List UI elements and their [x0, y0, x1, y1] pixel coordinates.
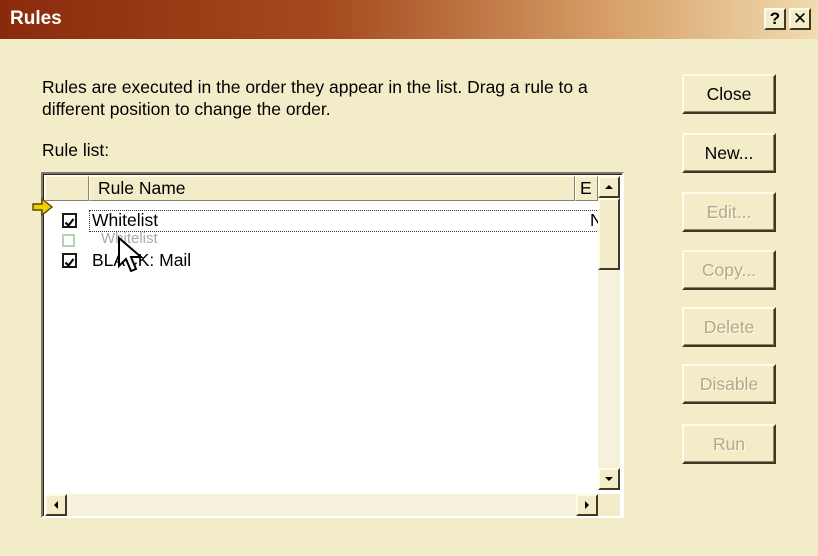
title-bar[interactable]: Rules ? ✕: [0, 0, 818, 39]
drop-indicator-arrow-icon: [32, 197, 54, 217]
scrollbar-corner: [598, 494, 620, 516]
disable-rule-button[interactable]: Disable: [682, 364, 776, 404]
new-rule-button[interactable]: New...: [682, 133, 776, 173]
run-rule-button[interactable]: Run: [682, 424, 776, 464]
arrow-down-icon: [605, 477, 613, 481]
close-window-button[interactable]: ✕: [789, 8, 811, 30]
edit-rule-button[interactable]: Edit...: [682, 192, 776, 232]
rule-name-whitelist: Whitelist: [92, 210, 159, 230]
checkmark-icon: [64, 218, 75, 228]
checkmark-icon: [64, 258, 75, 268]
instructions-text: Rules are executed in the order they app…: [42, 77, 588, 119]
copy-rule-button[interactable]: Copy...: [682, 250, 776, 290]
arrow-up-icon: [605, 185, 613, 189]
scroll-up-button[interactable]: [598, 176, 620, 198]
arrow-left-icon: [54, 501, 58, 509]
rule-checkbox-black-mail[interactable]: [62, 253, 77, 268]
window-title: Rules: [10, 8, 62, 29]
column-header-e[interactable]: E: [575, 176, 598, 201]
column-header-rule-name[interactable]: Rule Name: [89, 176, 575, 201]
mouse-cursor-icon: [118, 236, 144, 273]
vertical-scroll-thumb[interactable]: [598, 198, 620, 270]
scroll-right-button[interactable]: [576, 494, 598, 516]
focus-rectangle: [89, 210, 605, 232]
help-button[interactable]: ?: [764, 8, 786, 30]
rule-checkbox-whitelist[interactable]: [62, 213, 77, 228]
rule-list-label: Rule list:: [42, 140, 110, 160]
close-button[interactable]: Close: [682, 74, 776, 114]
vertical-scrollbar[interactable]: [598, 176, 620, 490]
drag-ghost-checkbox: [62, 234, 75, 247]
delete-rule-button[interactable]: Delete: [682, 307, 776, 347]
horizontal-scrollbar[interactable]: [45, 494, 598, 516]
rule-list[interactable]: Rule Name E Whitelist N BLACK: Mail Whit…: [41, 172, 624, 518]
rules-dialog: Rules ? ✕ Rules are executed in the orde…: [0, 0, 818, 556]
arrow-right-icon: [585, 501, 589, 509]
scroll-left-button[interactable]: [45, 494, 67, 516]
scroll-down-button[interactable]: [598, 468, 620, 490]
